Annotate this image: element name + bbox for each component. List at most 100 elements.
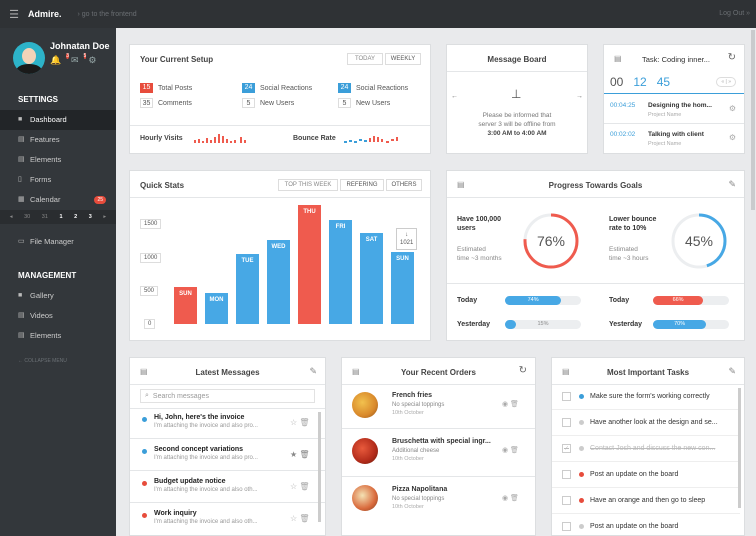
bar-sun-0[interactable]: SUN: [174, 287, 197, 324]
sidebar-item-mgmt-elements[interactable]: ▤ Elements: [0, 326, 116, 346]
frontend-link[interactable]: › go to the frontend: [78, 11, 137, 18]
task-checkbox[interactable]: [562, 418, 571, 427]
sidebar-item-forms[interactable]: ▯ Forms: [0, 170, 116, 190]
tab-refering[interactable]: REFERING: [340, 179, 384, 191]
bar-wed-3[interactable]: WED: [267, 239, 290, 324]
task-item[interactable]: Post an update on the board: [552, 462, 740, 488]
goal-estimate: Estimated time ~3 months: [457, 246, 502, 262]
bar-tue-2[interactable]: TUE: [236, 253, 259, 324]
star-icon[interactable]: ☆ 🗑: [290, 418, 310, 427]
page-scrollbar[interactable]: [751, 30, 755, 210]
folder-icon: ▭: [18, 238, 25, 245]
sidebar-item-gallery[interactable]: ■ Gallery: [0, 286, 116, 306]
task-checkbox[interactable]: [562, 496, 571, 505]
card-title: Most Important Tasks: [606, 368, 690, 377]
sidebar-item-calendar[interactable]: ▦ Calendar 25: [0, 190, 116, 210]
scrollbar[interactable]: [318, 412, 321, 522]
sidebar-item-videos[interactable]: ▤ Videos: [0, 306, 116, 326]
sidebar-item-dashboard[interactable]: ■ Dashboard: [0, 110, 116, 130]
avatar[interactable]: [13, 42, 45, 74]
quick-stats-card: Quick Stats TOP THIS WEEK REFERING OTHER…: [129, 170, 431, 341]
task-item[interactable]: ✓ Contact Josh and discuss the new con...: [552, 436, 740, 462]
view-icon[interactable]: ◉ 🗑: [502, 446, 519, 454]
arrow-left-icon[interactable]: ←: [451, 93, 458, 100]
refresh-icon[interactable]: ↻: [728, 52, 736, 63]
stat-number: 24: [338, 83, 351, 93]
tab-weekly[interactable]: WEEKLY: [385, 53, 421, 65]
view-icon[interactable]: ◉ 🗑: [502, 494, 519, 502]
progress-bar: 70%: [653, 320, 729, 329]
cal-day[interactable]: 31: [42, 214, 48, 220]
sidebar-item-elements[interactable]: ▤ Elements: [0, 150, 116, 170]
task-checkbox[interactable]: [562, 470, 571, 479]
gear-icon[interactable]: ⚙: [88, 55, 96, 66]
message-item[interactable]: Work inquiry I'm attaching the invoice an…: [142, 510, 302, 525]
logout-link[interactable]: Log Out »: [719, 10, 750, 17]
message-item[interactable]: Budget update notice I'm attaching the in…: [142, 478, 302, 493]
tab-top-this-week[interactable]: TOP THIS WEEK: [278, 179, 338, 191]
view-icon[interactable]: ◉ 🗑: [502, 400, 519, 408]
message-item[interactable]: Hi, John, here's the invoice I'm attachin…: [142, 414, 302, 429]
card-title: Task: Coding inner...: [642, 55, 710, 64]
cal-next[interactable]: ▸: [103, 214, 106, 220]
star-icon[interactable]: ☆ 🗑: [290, 482, 310, 491]
brand-logo[interactable]: Admire.: [28, 9, 62, 19]
search-input[interactable]: ⌕ Search messages: [140, 389, 315, 403]
message-item[interactable]: Second concept variations I'm attaching t…: [142, 446, 302, 461]
progress-bar: 74%: [505, 296, 581, 305]
tab-others[interactable]: OTHERS: [386, 179, 422, 191]
task-checkbox[interactable]: [562, 522, 571, 531]
progress-label: Yesterday: [609, 321, 643, 328]
hourly-visits-sparkline: [194, 134, 246, 143]
goal1-percent: 76%: [536, 233, 566, 249]
menu-icon[interactable]: ☰: [0, 8, 28, 21]
sidebar-item-features[interactable]: ▤ Features: [0, 130, 116, 150]
arrow-right-icon[interactable]: →: [576, 93, 583, 100]
goal-title: Lower bounce rate to 10%: [609, 216, 657, 232]
edit-icon[interactable]: ✎: [728, 179, 736, 190]
gear-icon[interactable]: ⚙: [729, 104, 736, 113]
message-board-card: Message Board ← → ⊥ Please be informed t…: [446, 44, 588, 154]
stat-number: 24: [242, 83, 255, 93]
cal-day[interactable]: 1: [59, 214, 62, 220]
bar-fri-5[interactable]: FRI: [329, 219, 352, 324]
gear-icon[interactable]: ⚙: [729, 133, 736, 142]
order-date: 10th October: [392, 456, 424, 462]
task-checkbox[interactable]: ✓: [562, 444, 571, 453]
tab-today[interactable]: TODAY: [347, 53, 383, 65]
refresh-icon[interactable]: ↻: [519, 365, 527, 376]
bar-mon-1[interactable]: MON: [205, 293, 228, 324]
sidebar-item-file-manager[interactable]: ▭ File Manager: [0, 232, 116, 252]
cal-prev[interactable]: ◂: [10, 214, 13, 220]
bar-sun-7[interactable]: SUN: [391, 251, 414, 324]
star-icon[interactable]: ★ 🗑: [290, 450, 310, 459]
task-time: 00:02:02: [610, 131, 636, 138]
bar-sat-6[interactable]: SAT: [360, 233, 383, 324]
task-checkbox[interactable]: [562, 392, 571, 401]
stat-label: Social Reactions: [356, 84, 409, 92]
cal-day[interactable]: 30: [24, 214, 30, 220]
document-icon: ▯: [18, 176, 22, 183]
edit-icon[interactable]: ✎: [309, 366, 317, 377]
bell-icon[interactable]: 🔔 3: [50, 53, 69, 66]
task-item[interactable]: Have an orange and then go to sleep: [552, 488, 740, 514]
collapse-menu[interactable]: ← COLLAPSE MENU: [0, 358, 116, 364]
list-icon: ▤: [18, 312, 25, 319]
mail-icon[interactable]: ✉ 5: [71, 53, 87, 66]
cal-day[interactable]: 2: [74, 214, 77, 220]
task-item[interactable]: Post an update on the board: [552, 514, 740, 535]
bar-thu-4[interactable]: THU: [298, 205, 321, 324]
timer-pager[interactable]: « | »: [716, 77, 736, 87]
mini-calendar: ◂ 30 31 1 2 3 ▸: [0, 210, 116, 224]
cal-day[interactable]: 3: [89, 214, 92, 220]
bar-chart: SUN MON TUE WED THU FRI SAT SUN: [174, 201, 426, 324]
y-tick: 1000: [140, 253, 162, 263]
task-item[interactable]: Have another look at the design and se..…: [552, 410, 740, 436]
progress-label: Yesterday: [457, 321, 491, 328]
star-icon[interactable]: ☆ 🗑: [290, 514, 310, 523]
hourly-visits-label: Hourly Visits: [140, 135, 183, 142]
task-sub: Project Name: [648, 112, 682, 118]
scrollbar[interactable]: [738, 388, 741, 508]
edit-icon[interactable]: ✎: [728, 366, 736, 377]
task-item[interactable]: Make sure the form's working correctly: [552, 384, 740, 410]
